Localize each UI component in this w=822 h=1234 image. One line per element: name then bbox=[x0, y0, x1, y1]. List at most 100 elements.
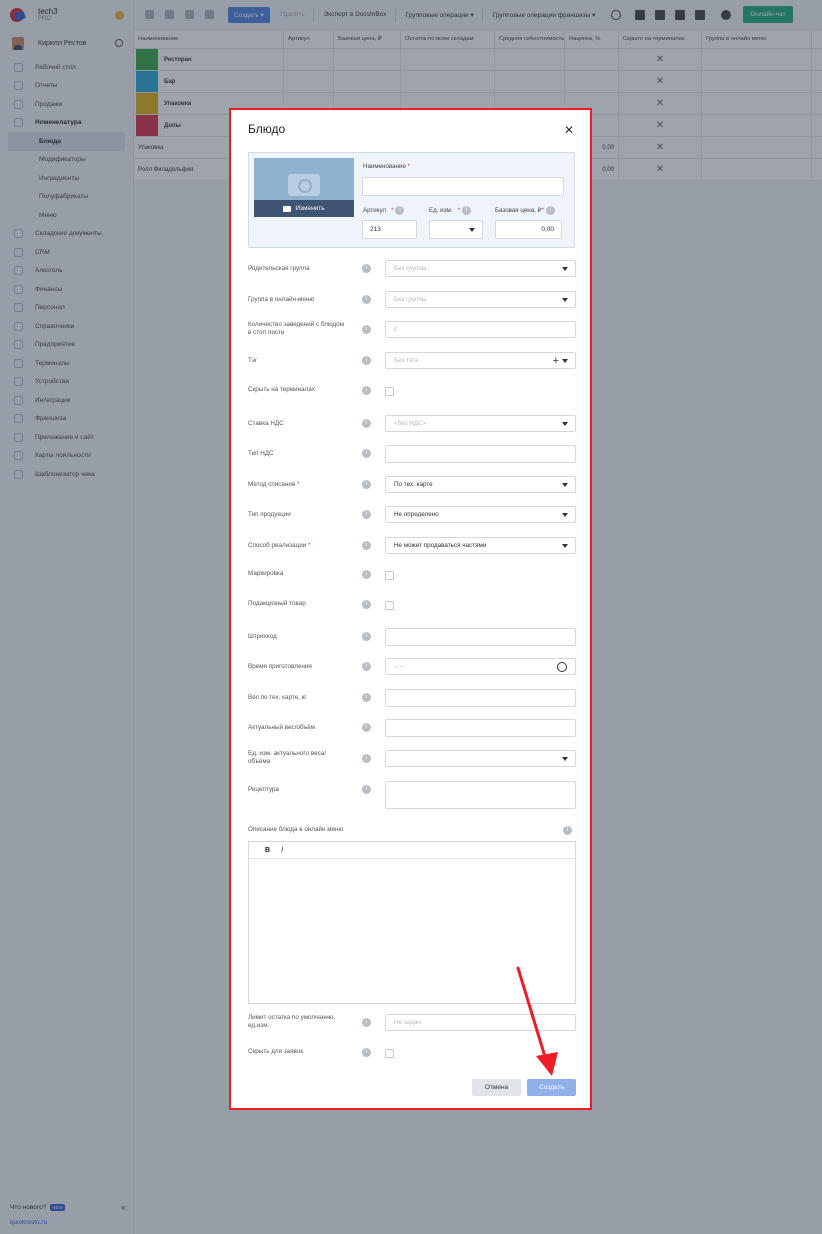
field-input[interactable] bbox=[385, 689, 576, 707]
field-value: <без НДС> bbox=[394, 420, 427, 427]
field-label: Ед. изм. актуального веса/объёма bbox=[248, 750, 326, 765]
field-label: Способ реализации * bbox=[248, 542, 311, 549]
field-select[interactable] bbox=[385, 750, 576, 767]
field-select[interactable]: <без НДС> bbox=[385, 415, 576, 432]
field-select[interactable]: Без группы bbox=[385, 291, 576, 308]
field-select[interactable]: Без тэга + bbox=[385, 352, 576, 369]
field-value: Не задан bbox=[394, 1019, 421, 1026]
info-icon[interactable]: i bbox=[362, 480, 371, 489]
chevron-down-icon bbox=[469, 227, 475, 232]
info-icon[interactable]: i bbox=[362, 325, 371, 334]
checkbox[interactable] bbox=[385, 601, 394, 610]
field-label: Скрыть для заявок bbox=[248, 1048, 304, 1055]
field-input[interactable] bbox=[385, 781, 576, 809]
field-label: Вес по тех. карте, кг bbox=[248, 694, 307, 701]
chevron-down-icon bbox=[562, 266, 568, 271]
field-value: Не определено bbox=[394, 511, 439, 518]
field-select[interactable]: Не может продаваться частями bbox=[385, 537, 576, 554]
info-icon[interactable]: i bbox=[362, 295, 371, 304]
info-icon[interactable]: i bbox=[362, 632, 371, 641]
info-icon[interactable]: i bbox=[362, 1048, 371, 1057]
info-icon[interactable]: i bbox=[362, 785, 371, 794]
checkbox[interactable] bbox=[385, 387, 394, 396]
field-label: Тэг bbox=[248, 357, 258, 364]
article-label: Артикул * i bbox=[363, 206, 405, 215]
field-select[interactable]: По тех. карте bbox=[385, 476, 576, 493]
field-select[interactable]: Без группы bbox=[385, 260, 576, 277]
field-label: Маркировка bbox=[248, 570, 284, 577]
change-photo-label: Изменить bbox=[295, 205, 325, 212]
italic-button[interactable]: I bbox=[281, 847, 283, 854]
field-input[interactable]: --:-- bbox=[385, 658, 576, 675]
info-icon[interactable]: i bbox=[563, 826, 572, 835]
change-photo-button[interactable]: Изменить bbox=[254, 200, 354, 217]
field-label: Скрыть на терминалах bbox=[248, 386, 315, 393]
field-value: По тех. карте bbox=[394, 481, 433, 488]
field-input[interactable] bbox=[385, 719, 576, 737]
field-label: Актуальный вес/объём bbox=[248, 724, 316, 731]
camera-small-icon bbox=[283, 205, 292, 212]
chevron-down-icon bbox=[562, 358, 568, 363]
field-label: Штрихкод bbox=[248, 633, 277, 640]
field-select[interactable]: Не определено bbox=[385, 506, 576, 523]
field-label: Рецептура bbox=[248, 786, 279, 793]
chevron-down-icon bbox=[562, 482, 568, 487]
add-tag-icon[interactable]: + bbox=[553, 355, 559, 367]
clock-icon[interactable] bbox=[557, 662, 567, 672]
annotation-arrow bbox=[516, 966, 558, 1076]
info-icon: i bbox=[395, 206, 405, 215]
info-icon[interactable]: i bbox=[362, 541, 371, 550]
camera-icon bbox=[288, 174, 320, 196]
field-label: Лимит остатка по умолчанию, ед.изм. bbox=[248, 1014, 336, 1029]
field-value: Без группы bbox=[394, 265, 427, 272]
field-input[interactable] bbox=[385, 445, 576, 463]
field-label: Время приготовления bbox=[248, 663, 312, 670]
photo-placeholder[interactable]: Изменить bbox=[254, 158, 354, 217]
chevron-down-icon bbox=[562, 512, 568, 517]
price-input[interactable]: 0,00 bbox=[495, 220, 562, 239]
checkbox[interactable] bbox=[385, 571, 394, 580]
info-icon[interactable]: i bbox=[362, 693, 371, 702]
description-label: Описание блюда в онлайн меню bbox=[248, 826, 344, 833]
checkbox[interactable] bbox=[385, 1049, 394, 1058]
info-icon[interactable]: i bbox=[362, 1018, 371, 1027]
bold-button[interactable]: B bbox=[265, 847, 270, 854]
field-input[interactable]: 0 bbox=[385, 321, 576, 338]
info-icon[interactable]: i bbox=[362, 449, 371, 458]
modal-title: Блюдо bbox=[248, 122, 286, 136]
info-icon[interactable]: i bbox=[362, 264, 371, 273]
name-input[interactable] bbox=[362, 177, 564, 196]
info-icon[interactable]: i bbox=[362, 662, 371, 671]
name-label: Наименование * bbox=[363, 163, 411, 170]
field-input[interactable] bbox=[385, 628, 576, 646]
field-label: Метод списания * bbox=[248, 481, 300, 488]
field-label: Тип продукции bbox=[248, 511, 291, 518]
field-label: Тип НДС bbox=[248, 450, 274, 457]
article-input[interactable]: 213 bbox=[362, 220, 417, 239]
chevron-down-icon bbox=[562, 756, 568, 761]
field-value: 0 bbox=[394, 326, 398, 333]
info-icon[interactable]: i bbox=[362, 510, 371, 519]
chevron-down-icon bbox=[562, 297, 568, 302]
info-icon[interactable]: i bbox=[362, 600, 371, 609]
main-info-card: Изменить Наименование * Артикул * i 213 … bbox=[248, 152, 575, 248]
field-label: Ставка НДС bbox=[248, 420, 284, 427]
field-value: Без группы bbox=[394, 296, 427, 303]
unit-select[interactable] bbox=[429, 220, 483, 239]
info-icon[interactable]: i bbox=[362, 419, 371, 428]
editor-toolbar: B I bbox=[249, 842, 575, 859]
unit-label: Ед. изм. * i bbox=[429, 206, 471, 215]
field-label: Подакцизный товар bbox=[248, 600, 306, 607]
chevron-down-icon bbox=[562, 421, 568, 426]
info-icon[interactable]: i bbox=[362, 570, 371, 579]
chevron-down-icon bbox=[562, 543, 568, 548]
info-icon[interactable]: i bbox=[362, 754, 371, 763]
field-value: Не может продаваться частями bbox=[394, 542, 487, 549]
info-icon[interactable]: i bbox=[362, 356, 371, 365]
close-icon[interactable]: ✕ bbox=[564, 123, 574, 137]
info-icon[interactable]: i bbox=[362, 723, 371, 732]
info-icon: i bbox=[461, 206, 471, 215]
field-label: Группа в онлайн-меню bbox=[248, 296, 315, 303]
info-icon[interactable]: i bbox=[362, 386, 371, 395]
price-label: Базовая цена, ₽* i bbox=[495, 206, 555, 215]
